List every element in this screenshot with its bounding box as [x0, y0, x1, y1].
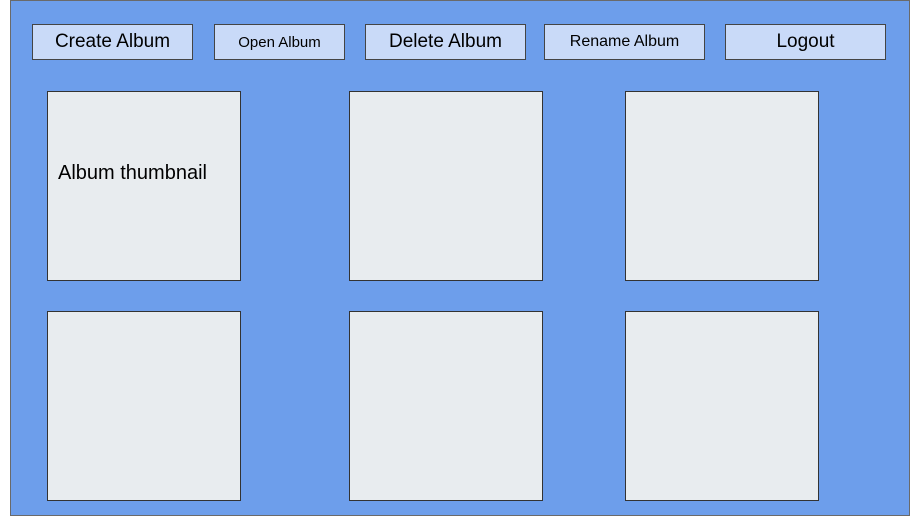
album-thumbnail-5[interactable]: [349, 311, 543, 501]
logout-button[interactable]: Logout: [725, 24, 886, 60]
create-album-button[interactable]: Create Album: [32, 24, 193, 60]
rename-album-button[interactable]: Rename Album: [544, 24, 705, 60]
album-thumbnail-2[interactable]: [349, 91, 543, 281]
album-thumbnail-4[interactable]: [47, 311, 241, 501]
delete-album-button[interactable]: Delete Album: [365, 24, 526, 60]
album-thumbnail-3[interactable]: [625, 91, 819, 281]
album-thumbnail-caption: Album thumbnail: [58, 162, 207, 184]
open-album-button[interactable]: Open Album: [214, 24, 345, 60]
album-browser-canvas: Create Album Open Album Delete Album Ren…: [10, 0, 910, 516]
album-thumbnail-6[interactable]: [625, 311, 819, 501]
album-thumbnail-1[interactable]: Album thumbnail: [47, 91, 241, 281]
